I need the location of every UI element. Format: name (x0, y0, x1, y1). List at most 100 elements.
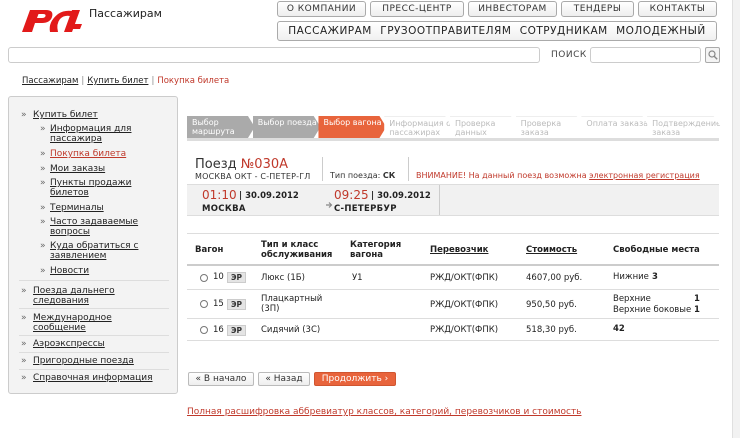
main-menu-passengers[interactable]: ПАССАЖИРАМ (288, 25, 372, 37)
top-menu-contacts[interactable]: КОНТАКТЫ (638, 1, 717, 17)
top-menu-press[interactable]: ПРЕСС-ЦЕНТР (370, 1, 464, 17)
th-carrier[interactable]: Перевозчик (430, 245, 488, 255)
departure-arrival-bar: 01:10 | 30.09.2012 МОСКВА 09:25 | 30.09.… (187, 184, 719, 216)
sidebar-divider (19, 352, 169, 353)
arrival-time: 09:25 (334, 188, 369, 202)
booking-steps: Выбор маршрута Выбор поезда Выбор вагона… (187, 116, 721, 141)
search-input[interactable] (590, 47, 701, 63)
search-label: ПОИСК (551, 50, 587, 60)
sidebar-item-sale-points[interactable]: Пункты продажи билетов (40, 178, 150, 198)
step-confirm: Подтверждение заказа (647, 116, 721, 138)
table-row[interactable]: 16 ЭР Сидячий (3С) РЖД/ОКТ(ФПК) 518,30 р… (187, 319, 719, 341)
car-radio[interactable] (200, 326, 208, 334)
car-carrier: РЖД/ОКТ(ФПК) (430, 325, 499, 335)
breadcrumb-home[interactable]: Пассажирам (22, 76, 78, 86)
sidebar-item-terminals[interactable]: Терминалы (40, 203, 104, 213)
arrival-date: | 30.09.2012 (371, 191, 431, 201)
sidebar-item-news[interactable]: Новости (40, 266, 89, 276)
scrollbar[interactable] (732, 0, 740, 438)
main-menu-youth[interactable]: МОЛОДЕЖНЫЙ (616, 25, 706, 37)
arrival-city: С-ПЕТЕРБУР (334, 204, 397, 214)
th-price[interactable]: Стоимость (526, 245, 577, 255)
departure-time: 01:10 (202, 188, 237, 202)
breadcrumb-parent[interactable]: Купить билет (87, 76, 148, 86)
steps-underline (187, 138, 719, 141)
sidebar-item-suburban[interactable]: Пригородные поезда (21, 356, 134, 366)
car-number: 16 (213, 325, 224, 335)
car-price: 950,50 руб. (526, 300, 577, 310)
continue-button[interactable]: Продолжить › (314, 372, 396, 386)
top-menu-tenders[interactable]: ТЕНДЕРЫ (561, 1, 634, 17)
departure-date: | 30.09.2012 (239, 191, 299, 201)
top-menu-investors[interactable]: ИНВЕСТОРАМ (468, 1, 557, 17)
rzd-logo[interactable] (20, 6, 84, 36)
car-carrier: РЖД/ОКТ(ФПК) (430, 273, 499, 283)
sidebar-item-purchase[interactable]: Покупка билета (40, 149, 126, 159)
main-menu-employees[interactable]: СОТРУДНИКАМ (520, 25, 608, 37)
cars-table: Вагон Тип и класс обслуживания Категория… (187, 233, 719, 341)
seats-count: 1 (694, 305, 700, 315)
train-title: Поезд №030А (195, 157, 288, 172)
car-radio[interactable] (200, 300, 208, 308)
sidebar-item-faq[interactable]: Часто задаваемые вопросы (40, 217, 150, 237)
train-route: МОСКВА ОКТ - С-ПЕТЕР-ГЛ (195, 172, 311, 181)
sidebar-divider (19, 369, 169, 370)
seats-label: Верхние (613, 294, 651, 304)
back-button[interactable]: « Назад (258, 372, 310, 386)
sidebar: Купить билет Информация для пассажира По… (8, 96, 178, 394)
top-menu-company[interactable]: О КОМПАНИИ (277, 1, 366, 17)
seats-count: 42 (613, 324, 625, 334)
breadcrumb-current: Покупка билета (157, 76, 230, 86)
divider (439, 185, 440, 215)
table-header: Вагон Тип и класс обслуживания Категория… (187, 233, 719, 266)
seats-count: 1 (694, 294, 700, 304)
sidebar-item-international[interactable]: Международное сообщение (21, 313, 143, 333)
car-class: Люкс (1Б) (261, 273, 305, 283)
sidebar-divider (19, 308, 169, 309)
seats-label: Верхние боковые (613, 305, 692, 315)
divider (408, 157, 409, 181)
warning-text: ВНИМАНИЕ! На данный поезд возможна элект… (416, 171, 700, 180)
abbreviations-link[interactable]: Полная расшифровка аббревиатур классов, … (187, 407, 582, 417)
train-number: №030А (240, 157, 289, 172)
start-button[interactable]: « В начало (188, 372, 254, 386)
step-check-data: Проверка данных (449, 116, 518, 138)
th-class: Тип и класс обслуживания (261, 240, 333, 260)
th-car: Вагон (195, 245, 224, 255)
step-car: Выбор вагона (318, 116, 387, 138)
main-menu: ПАССАЖИРАМ ГРУЗООТПРАВИТЕЛЯМ СОТРУДНИКАМ… (277, 21, 717, 41)
sidebar-item-long-distance[interactable]: Поезда дальнего следования (21, 286, 143, 306)
train-type: Тип поезда: СК (330, 171, 395, 180)
divider (322, 157, 323, 181)
main-menu-freight[interactable]: ГРУЗООТПРАВИТЕЛЯМ (380, 25, 511, 37)
step-passengers: Информация о пассажирах (384, 116, 452, 138)
arrow-right-icon (326, 202, 333, 208)
logo-text: Пассажирам (89, 7, 162, 20)
sidebar-item-passenger-info[interactable]: Информация для пассажира (40, 124, 150, 144)
car-class: Плацкартный (3П) (261, 294, 323, 314)
sidebar-item-reference[interactable]: Справочная информация (21, 373, 153, 383)
step-train[interactable]: Выбор поезда (252, 116, 321, 138)
sidebar-item-my-orders[interactable]: Мои заказы (40, 164, 105, 174)
car-radio[interactable] (200, 274, 208, 282)
er-badge: ЭР (227, 299, 247, 310)
search-button[interactable] (705, 47, 720, 63)
car-number: 15 (213, 299, 224, 309)
breadcrumb: Пассажирам | Купить билет | Покупка билета (22, 76, 230, 86)
th-seats: Свободные места (613, 245, 700, 255)
train-type-value: СК (382, 171, 396, 180)
car-class: Сидячий (3С) (261, 325, 321, 335)
sidebar-item-complaints[interactable]: Куда обратиться с заявлением (40, 241, 150, 261)
table-row[interactable]: 10 ЭР Люкс (1Б) У1 РЖД/ОКТ(ФПК) 4607,00 … (187, 266, 719, 290)
table-row[interactable]: 15 ЭР Плацкартный (3П) РЖД/ОКТ(ФПК) 950,… (187, 290, 719, 319)
e-registration-link[interactable]: электронная регистрация (589, 171, 700, 180)
departure-city: МОСКВА (202, 204, 246, 214)
er-badge: ЭР (227, 272, 247, 283)
warning-prefix: ВНИМАНИЕ! На данный поезд возможна (416, 171, 587, 180)
step-payment: Оплата заказа (581, 116, 650, 138)
search-icon (707, 50, 718, 60)
sidebar-item-aeroexpress[interactable]: Аэроэкспрессы (21, 339, 105, 349)
step-check-order: Проверка заказа (515, 116, 584, 138)
sidebar-item-buy-ticket[interactable]: Купить билет (21, 110, 98, 120)
step-route[interactable]: Выбор маршрута (187, 116, 255, 138)
